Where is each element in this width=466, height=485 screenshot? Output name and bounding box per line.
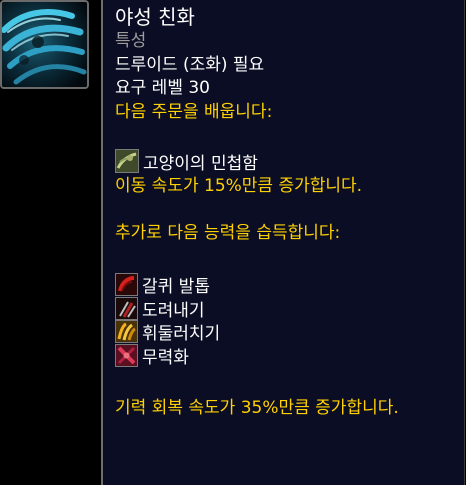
ability-swipe[interactable]: 휘둘러치기 bbox=[115, 320, 464, 344]
ability-name: 무력화 bbox=[142, 347, 189, 368]
class-requirement: 드루이드 (조화) 필요 bbox=[115, 54, 265, 75]
energy-regen-footer: 기력 회복 속도가 35%만큼 증가합니다. bbox=[115, 398, 399, 418]
ability-name: 휘둘러치기 bbox=[142, 324, 221, 345]
main-spell-name: 고양이의 민첩함 bbox=[143, 153, 258, 174]
ability-rip[interactable]: 도려내기 bbox=[115, 296, 464, 321]
rip-icon bbox=[115, 296, 138, 320]
cat-agility-icon bbox=[115, 149, 139, 173]
spell-tooltip: 야성 친화 특성 드루이드 (조화) 필요 요구 레벨 30 다음 주문을 배웁… bbox=[101, 0, 465, 485]
learn-header: 다음 주문을 배웁니다: bbox=[115, 101, 273, 122]
main-spell[interactable]: 고양이의 민첩함 bbox=[115, 148, 464, 175]
ability-name: 갈퀴 발톱 bbox=[142, 277, 210, 298]
main-spell-effect: 이동 속도가 15%만큼 증가합니다. bbox=[115, 175, 363, 196]
ability-maim[interactable]: 무력화 bbox=[115, 343, 464, 368]
maim-icon bbox=[115, 343, 138, 367]
ability-name: 도려내기 bbox=[142, 300, 205, 321]
ability-rake[interactable]: 갈퀴 발톱 bbox=[115, 273, 464, 297]
feral-affinity-claw-icon[interactable] bbox=[0, 0, 89, 89]
abilities-header: 추가로 다음 능력을 습득합니다: bbox=[115, 222, 341, 243]
level-requirement: 요구 레벨 30 bbox=[115, 78, 210, 98]
rake-claw-icon bbox=[115, 273, 138, 297]
swipe-icon bbox=[115, 320, 138, 344]
talent-type: 특성 bbox=[115, 31, 147, 51]
talent-title: 야성 친화 bbox=[115, 5, 195, 29]
